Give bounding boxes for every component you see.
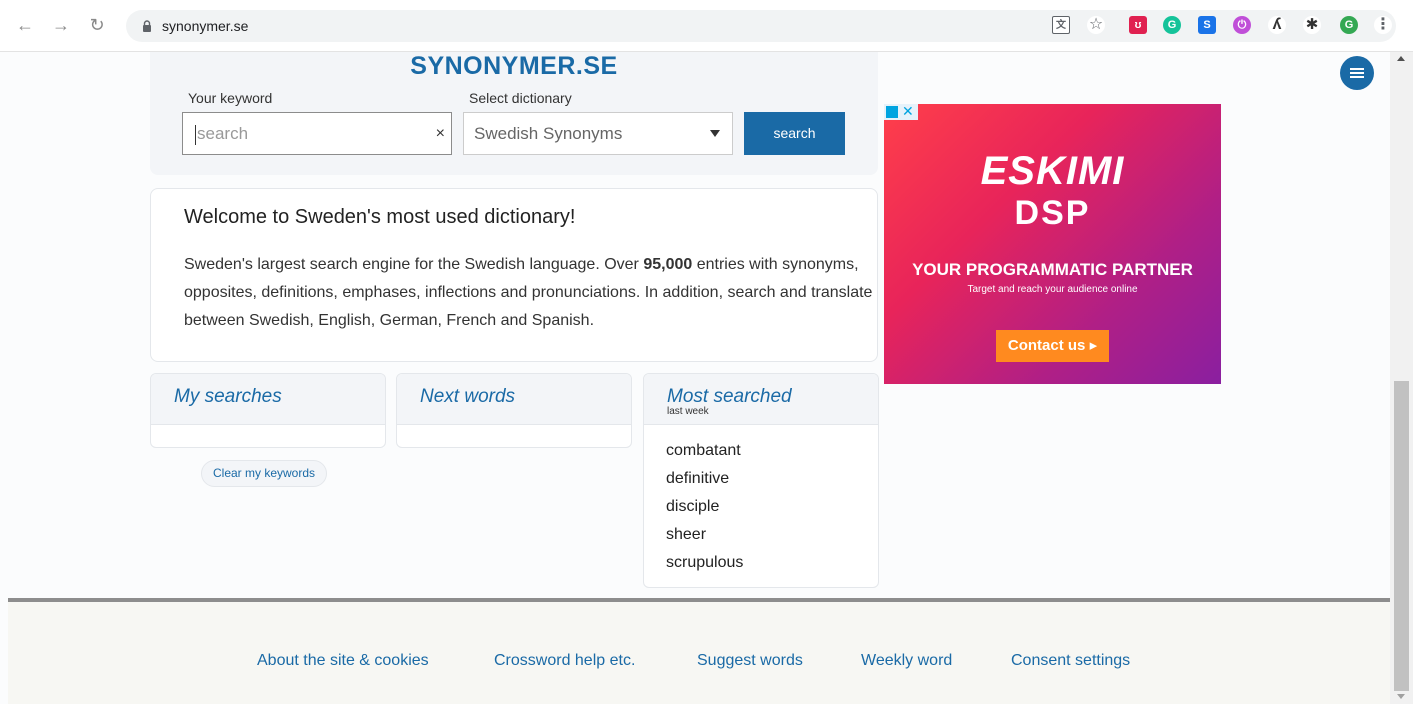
translate-icon[interactable]: 文 [1052,16,1070,34]
my-searches-box: My searches [150,373,386,448]
welcome-card: Welcome to Sweden's most used dictionary… [150,188,878,362]
menu-line [1350,72,1364,74]
scroll-down-icon[interactable] [1397,694,1405,699]
avatar[interactable]: G [1340,16,1358,34]
my-searches-title: My searches [174,386,282,407]
list-item[interactable]: sheer [666,521,878,549]
next-words-header: Next words [397,374,631,425]
ad-tagline: YOUR PROGRAMMATIC PARTNER [912,260,1193,279]
star-icon[interactable]: ☆ [1087,16,1105,34]
page-content: SYNONYMER.SE Your keyword Select diction… [0,52,1390,704]
grammarly-icon[interactable]: G [1163,16,1181,34]
next-words-box: Next words [396,373,632,448]
entry-count: 95,000 [643,256,693,273]
puzzle-icon[interactable]: ✱ [1303,16,1321,34]
menu-line [1350,68,1364,70]
most-searched-title: Most searched [667,386,792,407]
search-placeholder: search [197,124,249,143]
ad-subline: Target and reach your audience online [967,284,1138,295]
search-button[interactable]: search [744,112,845,155]
list-item[interactable]: definitive [666,465,878,493]
compass-icon[interactable]: ʎ [1268,16,1286,34]
clear-input-icon[interactable]: × [436,113,445,154]
search-input[interactable]: search × [182,112,452,155]
dictionary-label: Select dictionary [469,90,572,106]
ad-info-icon[interactable] [886,106,898,118]
clear-keywords-button[interactable]: Clear my keywords [201,460,328,487]
footer-link-consent[interactable]: Consent settings [1011,652,1130,670]
back-arrow-icon[interactable]: ← [14,14,36,36]
text-caret [195,124,196,145]
dictionary-select[interactable]: Swedish Synonyms [463,112,733,155]
next-words-body [397,425,631,447]
scroll-thumb[interactable] [1394,381,1409,691]
scroll-up-icon[interactable] [1397,56,1405,61]
welcome-text: Sweden's largest search engine for the S… [184,251,874,335]
dropdown-arrow-icon [710,130,720,137]
list-item[interactable]: combatant [666,437,878,465]
ad-brand: ESKIMI [980,149,1125,193]
list-item[interactable]: scrupulous [666,549,878,577]
search-panel: SYNONYMER.SE Your keyword Select diction… [150,52,878,175]
advertisement-banner[interactable]: ✕ ESKIMI DSP YOUR PROGRAMMATIC PARTNER T… [884,104,1221,384]
welcome-text-start: Sweden's largest search engine for the S… [184,256,644,273]
menu-line [1350,76,1364,78]
list-item[interactable]: disciple [666,493,878,521]
forward-arrow-icon[interactable]: → [50,14,72,36]
power-extension-icon[interactable]: ⏻ [1233,16,1251,34]
footer-link-weekly[interactable]: Weekly word [861,652,952,670]
next-words-title: Next words [420,386,516,407]
ad-close-icon[interactable]: ✕ [902,104,914,120]
url-text: synonymer.se [162,18,249,34]
scrollbar[interactable] [1390,52,1413,704]
welcome-title: Welcome to Sweden's most used dictionary… [184,206,576,228]
footer-link-suggest[interactable]: Suggest words [697,652,803,670]
keyword-label: Your keyword [188,90,273,106]
footer: About the site & cookies Crossword help … [8,598,1390,704]
footer-link-crossword[interactable]: Crossword help etc. [494,652,635,670]
more-menu-icon[interactable]: ⋮ [1374,16,1392,34]
my-searches-body [151,425,385,447]
site-logo[interactable]: SYNONYMER.SE [150,52,878,81]
my-searches-header: My searches [151,374,385,425]
reload-icon[interactable]: ↻ [86,14,108,36]
footer-link-about[interactable]: About the site & cookies [257,652,429,670]
dictionary-selected: Swedish Synonyms [474,124,623,143]
menu-button[interactable] [1340,56,1374,90]
extension-icon[interactable]: S [1198,16,1216,34]
ad-choices-badge[interactable]: ✕ [884,104,918,120]
ad-product: DSP [1014,194,1091,232]
most-searched-list: combatant definitive disciple sheer scru… [644,425,878,587]
ad-contact-button[interactable]: Contact us ▸ [996,330,1109,362]
most-searched-header: Most searched last week [644,374,878,425]
browser-toolbar: ← → ↻ synonymer.se 文 ☆ ʊ G S ⏻ ʎ ✱ G ⋮ [0,0,1413,52]
most-searched-box: Most searched last week combatant defini… [643,373,879,588]
pocket-icon[interactable]: ʊ [1129,16,1147,34]
lock-icon [143,20,151,32]
